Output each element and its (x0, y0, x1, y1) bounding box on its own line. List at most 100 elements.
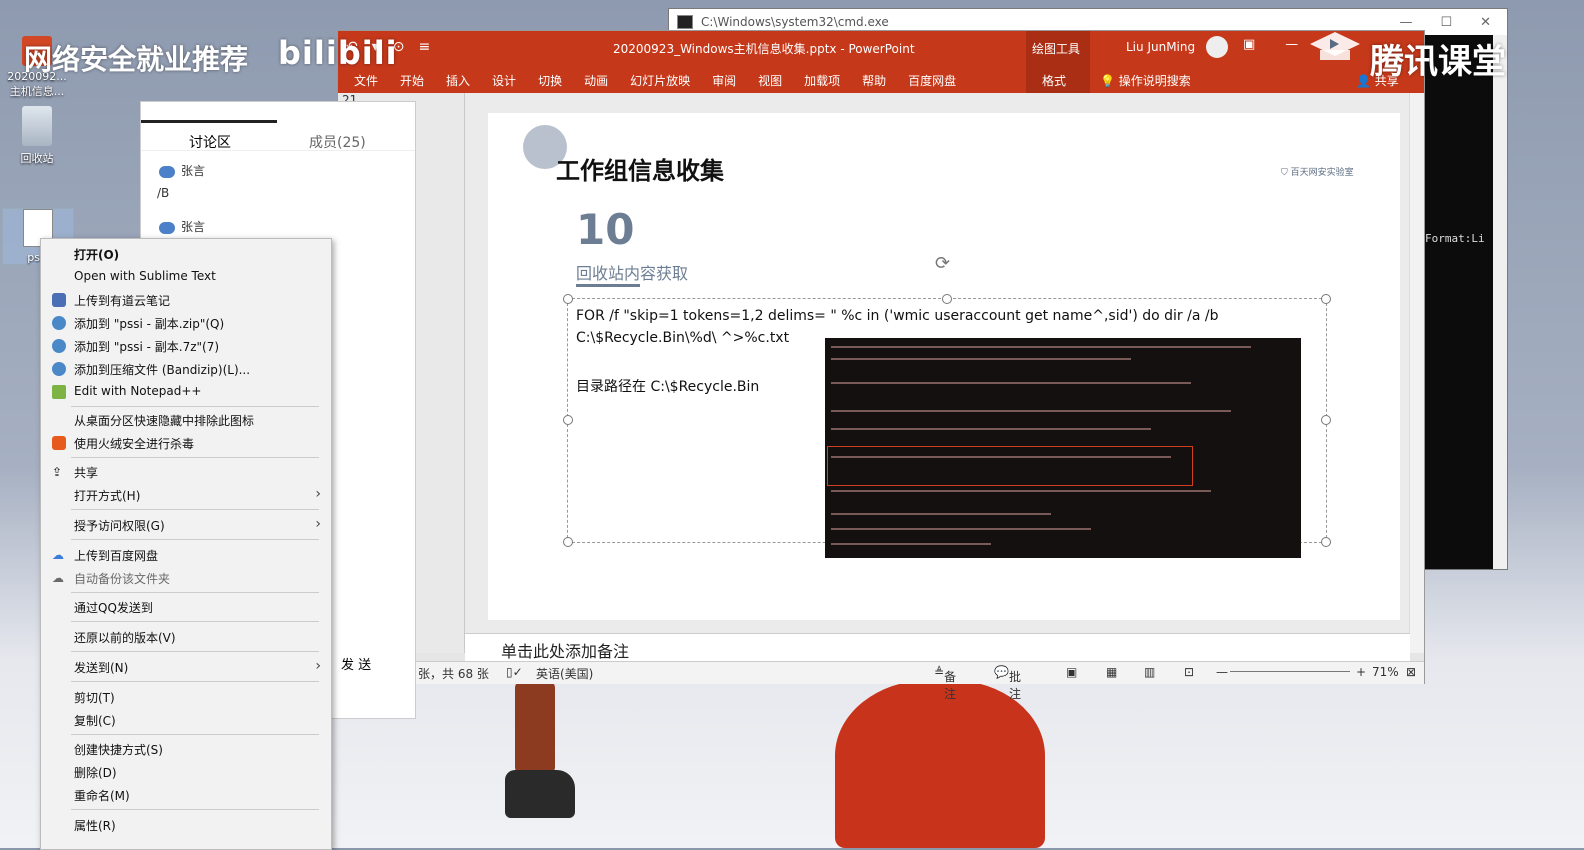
menu-item-restore-versions[interactable]: 还原以前的版本(V) (41, 626, 331, 648)
language-indicator[interactable]: 英语(美国) (536, 665, 593, 682)
menu-item-properties[interactable]: 属性(R) (41, 814, 331, 836)
resize-handle[interactable] (563, 415, 573, 425)
tab-file[interactable]: 文件 (354, 72, 378, 89)
tab-insert[interactable]: 插入 (446, 72, 470, 89)
tab-addins[interactable]: 加载项 (804, 72, 840, 89)
menu-item-label: 从桌面分区快速隐藏中排除此图标 (74, 414, 255, 428)
menu-separator (71, 651, 319, 652)
reading-view-icon[interactable]: ▥ (1144, 665, 1155, 679)
resize-handle[interactable] (563, 537, 573, 547)
tab-home[interactable]: 开始 (400, 72, 424, 89)
send-button[interactable]: 发 送 (341, 654, 371, 673)
tab-members[interactable]: 成员(25) (309, 132, 366, 152)
fit-slide-icon[interactable]: ⊠ (1406, 665, 1416, 679)
resize-handle[interactable] (1321, 537, 1331, 547)
tab-animations[interactable]: 动画 (584, 72, 608, 89)
menu-item-exclude-hide[interactable]: 从桌面分区快速隐藏中排除此图标 (41, 409, 331, 431)
menu-item-add-zip[interactable]: 添加到 "pssi - 副本.zip"(Q) (41, 312, 331, 334)
youdao-icon (52, 293, 66, 307)
ribbon-display-icon[interactable]: ▣ (1243, 37, 1255, 52)
slide[interactable]: 工作组信息收集 ⛉ 百天网安实验室 10 回收站内容获取 ⟳ FOR /f "s… (488, 113, 1400, 620)
menu-item-label: 属性(R) (74, 819, 116, 833)
menu-item-bandizip[interactable]: 添加到压缩文件 (Bandizip)(L)... (41, 358, 331, 380)
slide-logo-text: 百天网安实验室 (1290, 168, 1354, 178)
menu-item-create-shortcut[interactable]: 创建快捷方式(S) (41, 738, 331, 760)
bilibili-logo: bilibili (278, 34, 398, 72)
menu-separator (71, 592, 319, 593)
tab-baidu-netdisk[interactable]: 百度网盘 (908, 72, 956, 89)
desktop-icon-label: 回收站 (20, 152, 54, 165)
menu-separator (71, 406, 319, 407)
powerpoint-window[interactable]: ↶ ▾ ⊙ ≡ 20200923_Windows主机信息收集.pptx - Po… (337, 30, 1425, 701)
cmd-scrollbar[interactable] (1493, 35, 1507, 569)
tab-discussion[interactable]: 讨论区 (189, 132, 231, 152)
ppt-scrollbar[interactable] (1409, 93, 1424, 653)
chat-tabs: 讨论区 成员(25) (141, 102, 415, 151)
menu-item-share[interactable]: ⇪ 共享 (41, 461, 331, 483)
resize-handle[interactable] (1321, 294, 1331, 304)
menu-item-open[interactable]: 打开(O) (41, 243, 331, 265)
tab-slideshow[interactable]: 幻灯片放映 (630, 72, 690, 89)
menu-item-cut[interactable]: 剪切(T) (41, 686, 331, 708)
rotate-handle-icon[interactable]: ⟳ (935, 253, 950, 274)
recycle-bin-icon (22, 106, 52, 146)
avatar[interactable] (1206, 36, 1228, 58)
screenshot-line (831, 358, 1131, 360)
user-name[interactable]: Liu JunMing (1126, 40, 1195, 54)
chevron-right-icon: › (315, 516, 321, 532)
notes-pane[interactable]: 单击此处添加备注 (465, 633, 1410, 662)
chat-text: /B (157, 186, 170, 200)
menu-item-open-with[interactable]: 打开方式(H) › (41, 484, 331, 506)
resize-handle[interactable] (563, 294, 573, 304)
menu-item-send-to[interactable]: 发送到(N) › (41, 656, 331, 678)
zoom-level[interactable]: 71% (1372, 665, 1399, 679)
tab-transitions[interactable]: 切换 (538, 72, 562, 89)
tell-me-search[interactable]: 💡 操作说明搜索 (1100, 72, 1191, 89)
tab-format[interactable]: 格式 (1042, 72, 1066, 89)
slide-sorter-icon[interactable]: ▦ (1106, 665, 1117, 679)
resize-handle[interactable] (942, 294, 952, 304)
tab-help[interactable]: 帮助 (862, 72, 886, 89)
baidu-netdisk-icon: ☁ (52, 548, 64, 562)
menu-item-sublime[interactable]: Open with Sublime Text (41, 266, 331, 288)
context-menu[interactable]: 打开(O) Open with Sublime Text 上传到有道云笔记 添加… (40, 238, 332, 850)
customize-icon[interactable]: ≡ (419, 39, 431, 55)
tell-me-label: 操作说明搜索 (1118, 74, 1191, 88)
tab-review[interactable]: 审阅 (712, 72, 736, 89)
cmd-icon (677, 15, 693, 29)
menu-item-copy[interactable]: 复制(C) (41, 709, 331, 731)
menu-item-huorong-scan[interactable]: 使用火绒安全进行杀毒 (41, 432, 331, 454)
maximize-icon[interactable]: ☐ (1440, 15, 1452, 30)
menu-item-grant-access[interactable]: 授予访问权限(G) › (41, 514, 331, 536)
slide-count: 张，共 68 张 (418, 667, 489, 681)
normal-view-icon[interactable]: ▣ (1066, 665, 1077, 679)
comments-button[interactable]: 💬 批注 (994, 665, 1021, 701)
menu-item-notepadpp[interactable]: Edit with Notepad++ (41, 381, 331, 403)
minimize-icon[interactable]: — (1285, 37, 1298, 52)
desktop-icon-recycle-bin[interactable]: 回收站 (2, 106, 72, 166)
slideshow-icon[interactable]: ⊡ (1184, 665, 1194, 679)
bandizip-icon (52, 339, 66, 353)
terminal-screenshot-image[interactable] (825, 338, 1301, 558)
menu-item-baidu-upload[interactable]: ☁ 上传到百度网盘 (41, 544, 331, 566)
menu-item-add-7z[interactable]: 添加到 "pssi - 副本.7z"(7) (41, 335, 331, 357)
menu-item-delete[interactable]: 删除(D) (41, 761, 331, 783)
status-bar: 张，共 68 张 ▯✓ 英语(美国) ≜ 备注 💬 批注 ▣ ▦ ▥ ⊡ — + … (338, 661, 1424, 701)
tab-view[interactable]: 视图 (758, 72, 782, 89)
minimize-icon[interactable]: — (1399, 15, 1412, 30)
ppt-ribbon: ↶ ▾ ⊙ ≡ 20200923_Windows主机信息收集.pptx - Po… (338, 31, 1424, 93)
menu-item-youdao[interactable]: 上传到有道云笔记 (41, 289, 331, 311)
zoom-in-icon[interactable]: + (1356, 665, 1366, 679)
resize-handle[interactable] (1321, 415, 1331, 425)
menu-item-send-qq[interactable]: 通过QQ发送到 (41, 596, 331, 618)
screenshot-line (831, 346, 1251, 348)
notes-button[interactable]: ≜ 备注 (934, 665, 956, 701)
tab-design[interactable]: 设计 (492, 72, 516, 89)
close-icon[interactable]: ✕ (1480, 15, 1491, 30)
spellcheck-icon[interactable]: ▯✓ (506, 665, 523, 679)
zoom-out-icon[interactable]: — (1216, 665, 1228, 679)
menu-item-auto-backup[interactable]: ☁ 自动备份该文件夹 (41, 567, 331, 589)
menu-item-rename[interactable]: 重命名(M) (41, 784, 331, 806)
zoom-slider[interactable] (1230, 671, 1350, 672)
menu-separator (71, 509, 319, 510)
